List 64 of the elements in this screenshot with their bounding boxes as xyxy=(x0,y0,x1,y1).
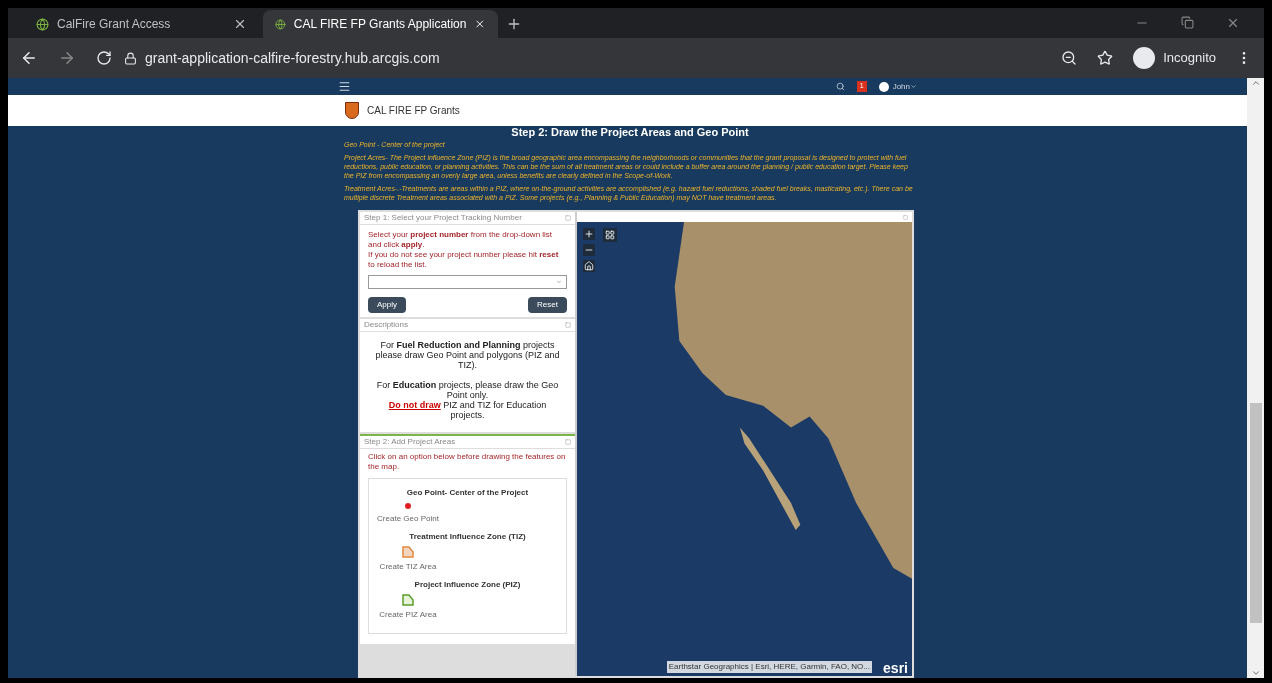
menu-icon[interactable] xyxy=(338,80,351,93)
polygon-icon[interactable] xyxy=(401,546,415,558)
zoom-in-icon[interactable] xyxy=(583,228,595,240)
description-text: For Education projects, please draw the Geo Point only. xyxy=(375,380,560,400)
tab-title: CAL FIRE FP Grants Application xyxy=(293,16,467,33)
map-attribution: Earthstar Geographics | Esri, HERE, Garmin, FAO, NO... xyxy=(666,661,872,673)
esri-logo: esri xyxy=(883,661,908,675)
globe-icon xyxy=(275,17,286,31)
profile-button[interactable]: Incognito xyxy=(1133,47,1216,69)
basemap-grid-icon[interactable] xyxy=(603,228,617,242)
option-heading: Treatment Influence Zone (TIZ) xyxy=(408,531,527,543)
shield-logo-icon xyxy=(345,102,359,119)
search-icon[interactable] xyxy=(835,82,845,91)
page-title: Step 2: Draw the Project Areas and Geo Point xyxy=(510,126,750,139)
user-menu[interactable]: John xyxy=(892,80,917,93)
new-tab-icon[interactable] xyxy=(506,16,522,32)
option-heading: Project Influence Zone (PIZ) xyxy=(413,579,522,591)
project-select[interactable] xyxy=(368,275,567,289)
site-title: CAL FIRE FP Grants xyxy=(367,104,460,118)
home-icon[interactable] xyxy=(583,260,595,272)
warning-link[interactable]: Do not draw xyxy=(388,400,441,410)
create-option[interactable]: Create Geo Point xyxy=(373,502,443,525)
back-icon[interactable] xyxy=(20,49,38,67)
address-bar[interactable]: grant-application-calfire-forestry.hub.arcgis.com xyxy=(124,47,1042,69)
option-label: Create TIZ Area xyxy=(379,561,437,573)
action-button[interactable]: Reset xyxy=(528,297,567,313)
close-icon[interactable] xyxy=(233,17,247,31)
panel-title: Step 2: Add Project Areas xyxy=(364,436,456,448)
scrollbar[interactable] xyxy=(1247,78,1264,678)
scroll-down-icon[interactable] xyxy=(1250,668,1261,678)
zoom-out-icon[interactable] xyxy=(583,244,595,256)
browser-tab[interactable]: CAL FIRE FP Grants Application xyxy=(263,10,498,38)
caret-icon xyxy=(910,83,917,90)
step-text: Click on an option below before drawing the features on the map. xyxy=(368,452,567,472)
scroll-up-icon[interactable] xyxy=(1250,78,1261,88)
caret-icon xyxy=(556,279,562,285)
option-heading: Geo Point- Center of the Project xyxy=(405,487,530,499)
scrollbar-thumb[interactable] xyxy=(1249,403,1262,623)
description-text: For Fuel Reduction and Planning projects please draw Geo Point and polygons (PIZ and TIZ). xyxy=(374,340,561,370)
panel-title: Descriptions xyxy=(364,319,408,331)
zoom-icon[interactable] xyxy=(1061,50,1078,66)
hint-text: If you do not see your project number please hit reset to reload the list. xyxy=(368,250,560,270)
option-label: Create PIZ Area xyxy=(379,609,437,621)
dot-icon[interactable] xyxy=(404,502,412,510)
avatar-icon xyxy=(878,81,889,92)
forward-icon[interactable] xyxy=(58,49,76,67)
warning-text: PIZ and TIZ for Education projects. xyxy=(443,400,547,420)
create-option[interactable]: Create TIZ Area xyxy=(373,546,443,573)
tab-title: CalFire Grant Access xyxy=(57,16,172,33)
step-text: Select your project number from the drop-down list and click apply. xyxy=(368,230,554,250)
reload-icon[interactable] xyxy=(96,50,112,66)
lock-icon xyxy=(124,51,137,65)
url-text: grant-application-calfire-forestry.hub.arcgis.com xyxy=(145,48,440,68)
action-button[interactable]: Apply xyxy=(368,297,406,313)
close-icon[interactable] xyxy=(474,17,486,31)
option-label: Create Geo Point xyxy=(377,513,439,525)
close-icon[interactable] xyxy=(1226,16,1240,30)
restore-icon[interactable] xyxy=(1181,16,1194,29)
globe-icon xyxy=(36,17,49,31)
create-option[interactable]: Create PIZ Area xyxy=(373,594,443,621)
browser-tab[interactable]: CalFire Grant Access xyxy=(24,10,259,38)
star-icon[interactable] xyxy=(1097,50,1114,66)
panel-title: Step 1: Select your Project Tracking Number xyxy=(364,212,522,224)
polygon-icon[interactable] xyxy=(401,594,415,606)
